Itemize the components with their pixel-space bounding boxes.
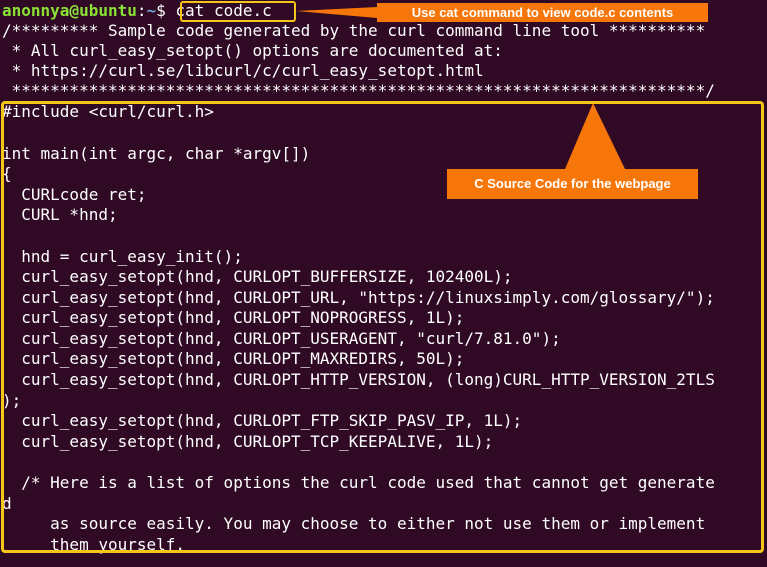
output-line: * All curl_easy_setopt() options are doc… (2, 41, 503, 60)
prompt-path: ~ (146, 1, 157, 20)
output-line: ****************************************… (2, 81, 715, 100)
prompt-separator: : (136, 1, 147, 20)
output-line: /********* Sample code generated by the … (2, 21, 706, 40)
prompt-symbol: $ (156, 1, 176, 20)
command-callout-arrow (296, 7, 377, 18)
terminal-window[interactable]: anonnya@ubuntu:~$ cat code.c /********* … (0, 0, 767, 567)
command-highlight-box (180, 1, 296, 22)
code-callout-label: C Source Code for the webpage (447, 169, 698, 199)
prompt-user-host: anonnya@ubuntu (2, 1, 137, 20)
output-line: * https://curl.se/libcurl/c/curl_easy_se… (2, 61, 484, 80)
command-callout-label: Use cat command to view code.c contents (377, 3, 708, 22)
